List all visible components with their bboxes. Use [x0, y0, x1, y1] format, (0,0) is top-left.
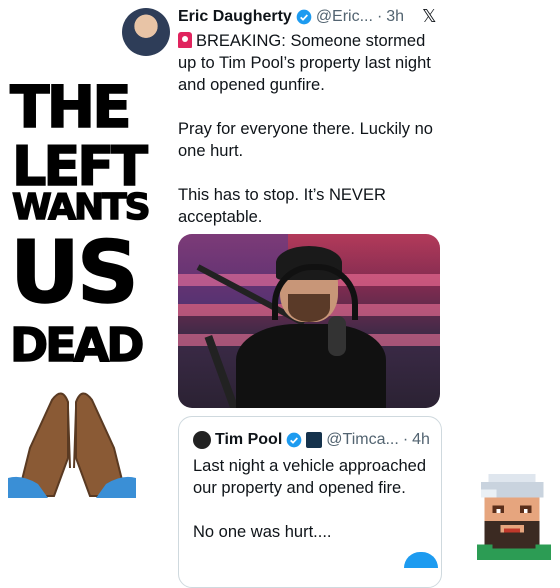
quoted-tweet-header: Tim Pool @Timca... · 4h	[193, 431, 430, 449]
pixel-avatar-icon	[476, 474, 552, 560]
tweet-header: Eric Daugherty @Eric... · 3h	[178, 8, 404, 26]
quoted-paragraph: Last night a vehicle approached our prop…	[193, 457, 426, 497]
x-logo-icon: 𝕏	[422, 6, 437, 27]
tweet-timestamp[interactable]: 3h	[386, 8, 404, 26]
verified-badge-icon	[296, 9, 312, 25]
quoted-paragraph: No one was hurt....	[193, 523, 332, 541]
person-body	[236, 324, 386, 408]
police-light-icon	[178, 32, 192, 48]
praying-hands-icon	[8, 392, 136, 498]
author-name[interactable]: Eric Daugherty	[178, 8, 292, 26]
slogan-line-us: US	[9, 223, 139, 323]
quoted-tweet-timestamp[interactable]: 4h	[412, 431, 430, 449]
tweet-card[interactable]: Eric Daugherty @Eric... · 3h 𝕏 BREAKING:…	[120, 0, 450, 588]
tweet-paragraph: Pray for everyone there. Luckily no one …	[178, 120, 433, 160]
verified-badge-icon	[286, 432, 302, 448]
quoted-author-avatar[interactable]	[193, 431, 211, 449]
tweet-paragraph: This has to stop. It’s NEVER acceptable.	[178, 186, 386, 226]
separator-dot: ·	[402, 431, 409, 448]
microphone	[328, 316, 346, 356]
tweet-text: BREAKING: Someone stormed up to Tim Pool…	[178, 30, 448, 250]
author-handle[interactable]: @Eric...	[316, 8, 373, 26]
tweet-photo[interactable]	[178, 234, 440, 408]
affiliation-badge-icon	[306, 432, 323, 448]
flag-stars-backdrop	[178, 234, 288, 304]
quoted-tweet[interactable]: Tim Pool @Timca... · 4h Last night a veh…	[178, 416, 442, 588]
quoted-author-handle[interactable]: @Timca...	[326, 431, 399, 449]
quoted-author-name[interactable]: Tim Pool	[215, 431, 282, 449]
separator-dot: ·	[376, 8, 383, 25]
tweet-paragraph: BREAKING: Someone stormed up to Tim Pool…	[178, 32, 431, 94]
quoted-tweet-text: Last night a vehicle approached our prop…	[193, 455, 433, 565]
author-avatar[interactable]	[122, 8, 170, 56]
slogan-line-the: THE	[9, 73, 132, 141]
